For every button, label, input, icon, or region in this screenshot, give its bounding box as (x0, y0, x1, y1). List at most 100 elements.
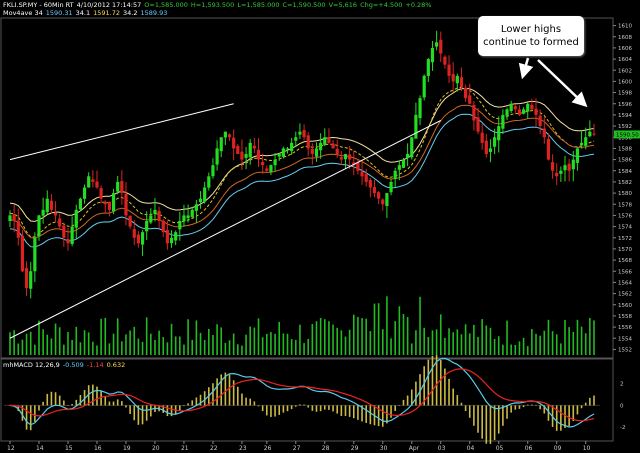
volume-bar (369, 331, 372, 355)
price-tick-label: 1552 (618, 347, 632, 353)
volume-bar (332, 324, 334, 355)
volume-bar (150, 333, 152, 355)
macd-histogram-bar (460, 402, 463, 406)
volume-bar (323, 319, 326, 355)
candle-body (45, 198, 49, 213)
price-tick-label: 1568 (618, 258, 632, 264)
macd-histogram-bar (311, 405, 314, 411)
volume-bar (237, 344, 239, 355)
macd-histogram-bar (448, 378, 450, 406)
candle-body (468, 95, 472, 104)
macd-histogram-bar (112, 401, 115, 406)
header-field-1: 4/10/2012 17:14:57 (76, 1, 142, 9)
candle-body (505, 109, 509, 116)
macd-histogram-bar (456, 395, 459, 406)
macd-field-2: -1.14 (86, 361, 104, 369)
macd-histogram-bar (100, 391, 102, 406)
header-field-0: FKLI.SP.MY - 60Min RT (3, 1, 74, 9)
volume-bar (299, 324, 301, 355)
volume-bar (555, 334, 558, 355)
macd-histogram-bar (560, 405, 562, 431)
volume-bar (58, 327, 61, 355)
volume-bar (67, 332, 69, 355)
candle-body (559, 170, 563, 174)
volume-bar (286, 333, 289, 355)
volume-bar (593, 320, 595, 355)
macd-histogram-bar (286, 405, 289, 412)
macd-histogram-bar (58, 395, 61, 406)
volume-bar (431, 330, 434, 355)
time-tick-label: 29 (351, 445, 359, 452)
candle-body (484, 140, 488, 154)
candle-body (521, 109, 526, 114)
volume-bar (394, 321, 396, 355)
price-tick-label: 1588 (618, 146, 632, 152)
candle-body (29, 271, 33, 289)
price-tick-label: 1608 (618, 35, 632, 41)
volume-bar (390, 338, 392, 355)
candle-body (41, 209, 45, 216)
macd-histogram-bar (195, 397, 198, 406)
time-tick-label: 22 (210, 445, 218, 452)
macd-histogram-bar (50, 391, 53, 406)
ma-field-1: 1590.31 (45, 9, 73, 17)
header-line-2: Mov4ave 34 1590.31 34.1 1591.72 34.2 1589.93 (3, 9, 170, 17)
candle-body (488, 148, 493, 152)
price-tick-label: 1604 (618, 57, 632, 63)
candle-body (418, 98, 422, 119)
price-tick-label: 1566 (618, 269, 632, 275)
volume-bar (506, 320, 508, 355)
volume-bar (584, 333, 587, 355)
candle-body (24, 268, 29, 288)
volume-bar (340, 330, 343, 355)
volume-bar (129, 330, 131, 355)
price-tick-label: 1596 (618, 102, 632, 108)
macd-histogram-bar (241, 393, 243, 406)
volume-bar (419, 296, 421, 355)
time-tick-label: 04 (467, 445, 475, 452)
candle-body (534, 108, 538, 115)
macd-histogram-bar (323, 405, 326, 410)
macd-histogram-bar (415, 381, 417, 406)
macd-histogram-bar (129, 405, 131, 415)
volume-bar (208, 328, 210, 355)
volume-bar (415, 330, 417, 355)
candle-body (509, 103, 513, 112)
candle-body (248, 142, 252, 158)
annotation-callout: Lower highs continue to formed (478, 16, 584, 56)
candle-body (389, 181, 393, 193)
macd-histogram-bar (477, 405, 479, 433)
candle-body (273, 159, 277, 166)
macd-histogram-bar (299, 404, 301, 406)
macd-histogram-bar (535, 405, 537, 406)
volume-bar (83, 330, 86, 355)
macd-histogram-bar (352, 405, 355, 419)
macd-histogram-bar (145, 405, 148, 421)
volume-bar (195, 320, 198, 355)
candle-body (203, 187, 207, 202)
volume-bar (381, 329, 384, 355)
header-field-7: Chg=+4.500 (360, 1, 403, 9)
volume-bar (423, 327, 425, 355)
macd-histogram-bar (464, 405, 467, 411)
candle-body (169, 237, 174, 244)
volume-bar (452, 332, 454, 355)
macd-field-3: 0.632 (106, 361, 126, 369)
macd-histogram-bar (328, 405, 330, 410)
candle-body (161, 220, 165, 233)
macd-histogram-bar (518, 405, 521, 409)
macd-tick-label: 0 (620, 403, 624, 409)
time-tick-label: 12 (7, 445, 15, 452)
macd-histogram-bar (398, 405, 401, 406)
volume-bar (21, 339, 24, 355)
volume-bar (104, 317, 107, 355)
candle-body (327, 137, 331, 143)
candle-body (82, 187, 87, 199)
macd-histogram-bar (485, 405, 488, 444)
candle-body (236, 145, 240, 154)
volume-bar (576, 319, 579, 355)
candle-body (99, 188, 103, 199)
volume-bar (560, 343, 562, 355)
candle-body (546, 138, 551, 160)
macd-histogram-bar (303, 404, 305, 406)
